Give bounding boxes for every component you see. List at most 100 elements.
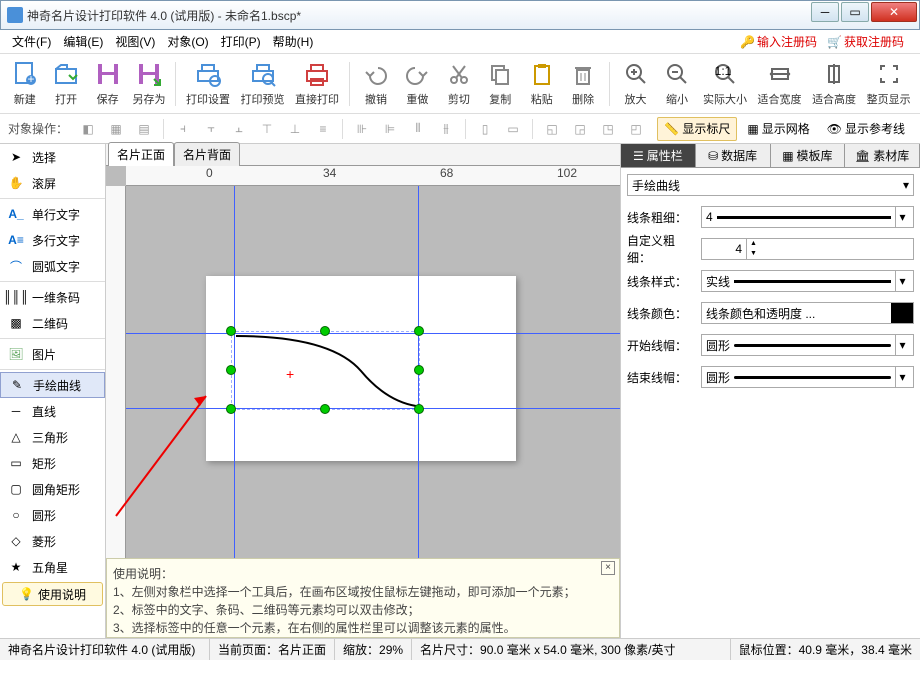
handle-sw[interactable] [226, 404, 236, 414]
tool-rect[interactable]: ▭矩形 [0, 450, 105, 476]
tool-pan[interactable]: ✋滚屏 [0, 170, 105, 196]
maximize-button[interactable]: ▭ [841, 2, 869, 22]
handle-w[interactable] [226, 365, 236, 375]
align-btn-1[interactable]: ◧ [76, 118, 100, 140]
minimize-button[interactable]: ─ [811, 2, 839, 22]
zoomin-button[interactable]: 放大 [617, 57, 654, 111]
vertical-ruler [106, 186, 126, 558]
print-preview-button[interactable]: 打印预览 [237, 57, 288, 111]
order-btn-2[interactable]: ◲ [568, 118, 592, 140]
help-close-button[interactable]: × [601, 561, 615, 575]
menu-edit[interactable]: 编辑(E) [57, 31, 109, 52]
align-btn-8[interactable]: ⊥ [283, 118, 307, 140]
dist-btn-3[interactable]: ⫴ [406, 118, 430, 140]
print-now-button[interactable]: 直接打印 [292, 57, 343, 111]
rect-icon: ▭ [6, 455, 26, 471]
qrcode-icon: ▩ [6, 315, 26, 331]
rtab-templates[interactable]: ▦模板库 [771, 144, 846, 167]
align-btn-3[interactable]: ▤ [132, 118, 156, 140]
canvas[interactable]: + [126, 186, 620, 558]
get-reg-link[interactable]: 🛒获取注册码 [827, 33, 904, 50]
tool-roundrect[interactable]: ▢圆角矩形 [0, 476, 105, 502]
dist-btn-4[interactable]: ⫵ [434, 118, 458, 140]
linecolor-button[interactable]: 线条颜色和透明度 ... [701, 302, 914, 324]
align-btn-5[interactable]: ⫟ [199, 118, 223, 140]
redo-button[interactable]: 重做 [399, 57, 436, 111]
help-button[interactable]: 💡使用说明 [2, 582, 103, 606]
order-btn-1[interactable]: ◱ [540, 118, 564, 140]
menu-help[interactable]: 帮助(H) [267, 31, 320, 52]
title-bar: 神奇名片设计打印软件 4.0 (试用版) - 未命名1.bscp* ─ ▭ ✕ [0, 0, 920, 30]
tool-image[interactable]: 🖼图片 [0, 341, 105, 367]
order-btn-4[interactable]: ◰ [624, 118, 648, 140]
dist-btn-1[interactable]: ⊪ [350, 118, 374, 140]
tool-barcode[interactable]: ║║║一维条码 [0, 284, 105, 310]
tool-ellipse[interactable]: ○圆形 [0, 502, 105, 528]
menu-print[interactable]: 打印(P) [215, 31, 267, 52]
rtab-database[interactable]: ⛁数据库 [696, 144, 771, 167]
fit-width-button[interactable]: 适合宽度 [754, 57, 805, 111]
custwidth-input[interactable]: 4▲▼ [701, 238, 914, 260]
enter-reg-link[interactable]: 🔑输入注册码 [740, 33, 817, 50]
handle-ne[interactable] [414, 326, 424, 336]
open-button[interactable]: 打开 [47, 57, 84, 111]
menu-object[interactable]: 对象(O) [161, 31, 214, 52]
handle-n[interactable] [320, 326, 330, 336]
startcap-select[interactable]: 圆形▾ [701, 334, 914, 356]
object-type-select[interactable]: 手绘曲线▾ [627, 174, 914, 196]
tool-line[interactable]: ─直线 [0, 398, 105, 424]
rtab-properties[interactable]: ☰属性栏 [621, 144, 696, 167]
ruler-icon: 📏 [664, 122, 679, 136]
tool-multi-text[interactable]: A≡多行文字 [0, 227, 105, 253]
undo-button[interactable]: 撤销 [357, 57, 394, 111]
tool-single-text[interactable]: A_单行文字 [0, 201, 105, 227]
size-btn-2[interactable]: ▭ [501, 118, 525, 140]
align-btn-7[interactable]: ⊤ [255, 118, 279, 140]
tool-triangle[interactable]: △三角形 [0, 424, 105, 450]
linestyle-select[interactable]: 实线▾ [701, 270, 914, 292]
handle-s[interactable] [320, 404, 330, 414]
delete-button[interactable]: 删除 [564, 57, 601, 111]
tool-freehand[interactable]: ✎手绘曲线 [0, 372, 105, 398]
rtab-assets[interactable]: 🏛素材库 [845, 144, 920, 167]
handle-se[interactable] [414, 404, 424, 414]
print-settings-button[interactable]: 打印设置 [183, 57, 234, 111]
align-btn-2[interactable]: ▦ [104, 118, 128, 140]
tab-front[interactable]: 名片正面 [108, 142, 174, 166]
show-grid-toggle[interactable]: ▦显示网格 [740, 117, 816, 141]
linewidth-select[interactable]: 4▾ [701, 206, 914, 228]
selected-object[interactable]: + [231, 331, 421, 411]
paste-button[interactable]: 粘贴 [523, 57, 560, 111]
tab-back[interactable]: 名片背面 [174, 142, 240, 166]
menu-file[interactable]: 文件(F) [6, 31, 57, 52]
tool-star[interactable]: ★五角星 [0, 554, 105, 580]
tool-qrcode[interactable]: ▩二维码 [0, 310, 105, 336]
align-btn-4[interactable]: ⫞ [171, 118, 195, 140]
tool-diamond[interactable]: ◇菱形 [0, 528, 105, 554]
tool-select[interactable]: ➤选择 [0, 144, 105, 170]
handle-e[interactable] [414, 365, 424, 375]
align-btn-6[interactable]: ⫠ [227, 118, 251, 140]
handle-nw[interactable] [226, 326, 236, 336]
menu-view[interactable]: 视图(V) [109, 31, 161, 52]
dist-btn-2[interactable]: ⊫ [378, 118, 402, 140]
copy-button[interactable]: 复制 [482, 57, 519, 111]
center-cross-icon: + [286, 366, 294, 382]
close-button[interactable]: ✕ [871, 2, 917, 22]
show-ruler-toggle[interactable]: 📏显示标尺 [657, 117, 737, 141]
fit-height-button[interactable]: 适合高度 [809, 57, 860, 111]
new-button[interactable]: +新建 [6, 57, 43, 111]
show-guides-toggle[interactable]: 👁显示参考线 [820, 117, 912, 141]
full-page-button[interactable]: 整页显示 [863, 57, 914, 111]
endcap-select[interactable]: 圆形▾ [701, 366, 914, 388]
saveas-button[interactable]: 另存为 [130, 57, 167, 111]
cut-button[interactable]: 剪切 [440, 57, 477, 111]
actual-size-button[interactable]: 1:1实际大小 [700, 57, 751, 111]
size-btn-1[interactable]: ▯ [473, 118, 497, 140]
tool-arc-text[interactable]: ⌒圆弧文字 [0, 253, 105, 279]
zoomout-button[interactable]: 缩小 [658, 57, 695, 111]
spinner-buttons[interactable]: ▲▼ [746, 239, 760, 259]
align-btn-9[interactable]: ≡ [311, 118, 335, 140]
order-btn-3[interactable]: ◳ [596, 118, 620, 140]
save-button[interactable]: 保存 [89, 57, 126, 111]
